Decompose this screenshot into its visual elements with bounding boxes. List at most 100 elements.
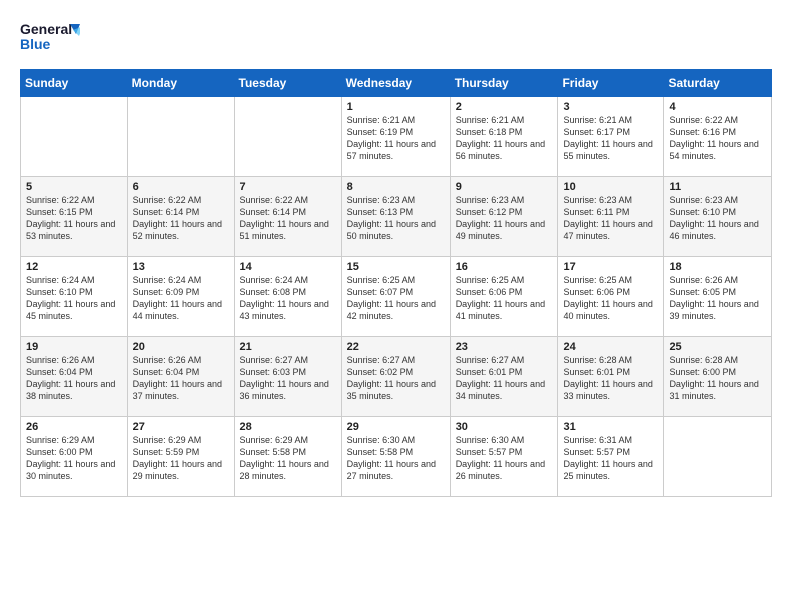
day-info: Sunrise: 6:24 AMSunset: 6:10 PMDaylight:… <box>26 274 122 323</box>
day-number: 27 <box>133 421 229 433</box>
week-row-2: 5Sunrise: 6:22 AMSunset: 6:15 PMDaylight… <box>21 177 772 257</box>
calendar-cell: 7Sunrise: 6:22 AMSunset: 6:14 PMDaylight… <box>234 177 341 257</box>
calendar-cell: 11Sunrise: 6:23 AMSunset: 6:10 PMDayligh… <box>664 177 772 257</box>
day-number: 11 <box>669 181 766 193</box>
day-number: 31 <box>563 421 658 433</box>
calendar-cell: 3Sunrise: 6:21 AMSunset: 6:17 PMDaylight… <box>558 97 664 177</box>
calendar-cell: 24Sunrise: 6:28 AMSunset: 6:01 PMDayligh… <box>558 337 664 417</box>
day-number: 16 <box>456 261 553 273</box>
day-info: Sunrise: 6:25 AMSunset: 6:07 PMDaylight:… <box>347 274 445 323</box>
calendar-cell: 16Sunrise: 6:25 AMSunset: 6:06 PMDayligh… <box>450 257 558 337</box>
calendar-cell <box>127 97 234 177</box>
day-info: Sunrise: 6:26 AMSunset: 6:04 PMDaylight:… <box>133 354 229 403</box>
calendar-cell <box>21 97 128 177</box>
day-info: Sunrise: 6:29 AMSunset: 6:00 PMDaylight:… <box>26 434 122 483</box>
day-number: 7 <box>240 181 336 193</box>
day-number: 17 <box>563 261 658 273</box>
day-info: Sunrise: 6:28 AMSunset: 6:01 PMDaylight:… <box>563 354 658 403</box>
day-number: 9 <box>456 181 553 193</box>
svg-text:General: General <box>20 21 72 37</box>
calendar-cell: 19Sunrise: 6:26 AMSunset: 6:04 PMDayligh… <box>21 337 128 417</box>
calendar-cell: 31Sunrise: 6:31 AMSunset: 5:57 PMDayligh… <box>558 417 664 497</box>
day-info: Sunrise: 6:25 AMSunset: 6:06 PMDaylight:… <box>456 274 553 323</box>
day-number: 5 <box>26 181 122 193</box>
week-row-1: 1Sunrise: 6:21 AMSunset: 6:19 PMDaylight… <box>21 97 772 177</box>
day-info: Sunrise: 6:22 AMSunset: 6:16 PMDaylight:… <box>669 114 766 163</box>
week-row-3: 12Sunrise: 6:24 AMSunset: 6:10 PMDayligh… <box>21 257 772 337</box>
logo: General Blue <box>20 16 80 61</box>
day-info: Sunrise: 6:31 AMSunset: 5:57 PMDaylight:… <box>563 434 658 483</box>
calendar-cell: 18Sunrise: 6:26 AMSunset: 6:05 PMDayligh… <box>664 257 772 337</box>
day-number: 4 <box>669 101 766 113</box>
day-number: 12 <box>26 261 122 273</box>
day-info: Sunrise: 6:23 AMSunset: 6:10 PMDaylight:… <box>669 194 766 243</box>
day-number: 8 <box>347 181 445 193</box>
calendar-cell: 6Sunrise: 6:22 AMSunset: 6:14 PMDaylight… <box>127 177 234 257</box>
day-number: 13 <box>133 261 229 273</box>
calendar-cell: 26Sunrise: 6:29 AMSunset: 6:00 PMDayligh… <box>21 417 128 497</box>
day-number: 10 <box>563 181 658 193</box>
calendar-cell: 2Sunrise: 6:21 AMSunset: 6:18 PMDaylight… <box>450 97 558 177</box>
calendar-cell: 1Sunrise: 6:21 AMSunset: 6:19 PMDaylight… <box>341 97 450 177</box>
calendar-cell <box>234 97 341 177</box>
day-info: Sunrise: 6:21 AMSunset: 6:19 PMDaylight:… <box>347 114 445 163</box>
day-number: 1 <box>347 101 445 113</box>
weekday-header-saturday: Saturday <box>664 70 772 97</box>
day-number: 2 <box>456 101 553 113</box>
day-number: 6 <box>133 181 229 193</box>
svg-text:Blue: Blue <box>20 36 51 52</box>
weekday-header-monday: Monday <box>127 70 234 97</box>
day-info: Sunrise: 6:24 AMSunset: 6:08 PMDaylight:… <box>240 274 336 323</box>
day-number: 28 <box>240 421 336 433</box>
day-number: 19 <box>26 341 122 353</box>
day-info: Sunrise: 6:27 AMSunset: 6:01 PMDaylight:… <box>456 354 553 403</box>
day-info: Sunrise: 6:23 AMSunset: 6:13 PMDaylight:… <box>347 194 445 243</box>
day-info: Sunrise: 6:30 AMSunset: 5:58 PMDaylight:… <box>347 434 445 483</box>
weekday-header-friday: Friday <box>558 70 664 97</box>
weekday-header-sunday: Sunday <box>21 70 128 97</box>
day-info: Sunrise: 6:26 AMSunset: 6:04 PMDaylight:… <box>26 354 122 403</box>
calendar-cell: 29Sunrise: 6:30 AMSunset: 5:58 PMDayligh… <box>341 417 450 497</box>
weekday-header-row: SundayMondayTuesdayWednesdayThursdayFrid… <box>21 70 772 97</box>
calendar-cell: 14Sunrise: 6:24 AMSunset: 6:08 PMDayligh… <box>234 257 341 337</box>
day-number: 23 <box>456 341 553 353</box>
day-info: Sunrise: 6:22 AMSunset: 6:14 PMDaylight:… <box>133 194 229 243</box>
calendar-cell: 15Sunrise: 6:25 AMSunset: 6:07 PMDayligh… <box>341 257 450 337</box>
day-number: 20 <box>133 341 229 353</box>
day-info: Sunrise: 6:23 AMSunset: 6:12 PMDaylight:… <box>456 194 553 243</box>
calendar-cell: 12Sunrise: 6:24 AMSunset: 6:10 PMDayligh… <box>21 257 128 337</box>
calendar-cell: 17Sunrise: 6:25 AMSunset: 6:06 PMDayligh… <box>558 257 664 337</box>
weekday-header-wednesday: Wednesday <box>341 70 450 97</box>
calendar-cell: 13Sunrise: 6:24 AMSunset: 6:09 PMDayligh… <box>127 257 234 337</box>
weekday-header-tuesday: Tuesday <box>234 70 341 97</box>
calendar-cell: 4Sunrise: 6:22 AMSunset: 6:16 PMDaylight… <box>664 97 772 177</box>
day-info: Sunrise: 6:23 AMSunset: 6:11 PMDaylight:… <box>563 194 658 243</box>
day-info: Sunrise: 6:22 AMSunset: 6:14 PMDaylight:… <box>240 194 336 243</box>
calendar-cell: 9Sunrise: 6:23 AMSunset: 6:12 PMDaylight… <box>450 177 558 257</box>
week-row-5: 26Sunrise: 6:29 AMSunset: 6:00 PMDayligh… <box>21 417 772 497</box>
day-info: Sunrise: 6:30 AMSunset: 5:57 PMDaylight:… <box>456 434 553 483</box>
day-info: Sunrise: 6:28 AMSunset: 6:00 PMDaylight:… <box>669 354 766 403</box>
day-number: 18 <box>669 261 766 273</box>
header: General Blue <box>20 16 772 61</box>
day-info: Sunrise: 6:22 AMSunset: 6:15 PMDaylight:… <box>26 194 122 243</box>
day-number: 3 <box>563 101 658 113</box>
day-number: 30 <box>456 421 553 433</box>
calendar-cell: 10Sunrise: 6:23 AMSunset: 6:11 PMDayligh… <box>558 177 664 257</box>
calendar-cell: 21Sunrise: 6:27 AMSunset: 6:03 PMDayligh… <box>234 337 341 417</box>
day-number: 29 <box>347 421 445 433</box>
calendar-cell: 30Sunrise: 6:30 AMSunset: 5:57 PMDayligh… <box>450 417 558 497</box>
calendar-cell: 28Sunrise: 6:29 AMSunset: 5:58 PMDayligh… <box>234 417 341 497</box>
day-info: Sunrise: 6:21 AMSunset: 6:18 PMDaylight:… <box>456 114 553 163</box>
calendar-cell: 25Sunrise: 6:28 AMSunset: 6:00 PMDayligh… <box>664 337 772 417</box>
calendar-table: SundayMondayTuesdayWednesdayThursdayFrid… <box>20 69 772 497</box>
day-info: Sunrise: 6:21 AMSunset: 6:17 PMDaylight:… <box>563 114 658 163</box>
day-info: Sunrise: 6:29 AMSunset: 5:59 PMDaylight:… <box>133 434 229 483</box>
day-number: 14 <box>240 261 336 273</box>
calendar-cell: 23Sunrise: 6:27 AMSunset: 6:01 PMDayligh… <box>450 337 558 417</box>
calendar-cell: 27Sunrise: 6:29 AMSunset: 5:59 PMDayligh… <box>127 417 234 497</box>
calendar-cell: 8Sunrise: 6:23 AMSunset: 6:13 PMDaylight… <box>341 177 450 257</box>
day-number: 22 <box>347 341 445 353</box>
calendar-cell: 22Sunrise: 6:27 AMSunset: 6:02 PMDayligh… <box>341 337 450 417</box>
calendar-cell: 5Sunrise: 6:22 AMSunset: 6:15 PMDaylight… <box>21 177 128 257</box>
